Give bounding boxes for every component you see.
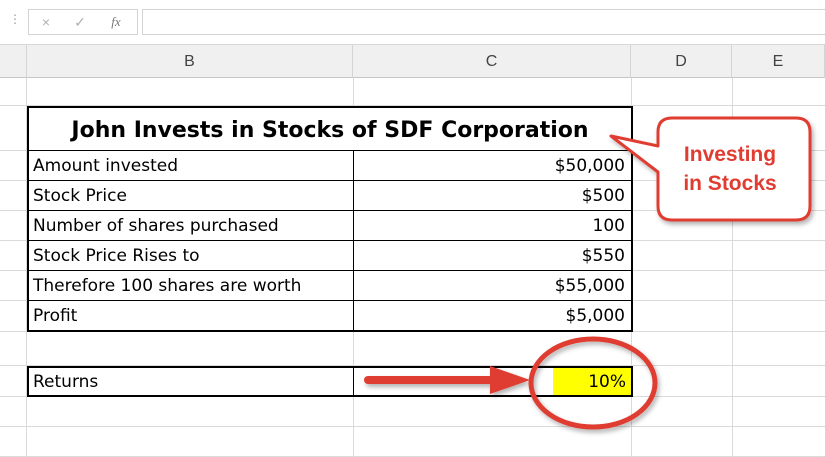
investment-table: John Invests in Stocks of SDF Corporatio… bbox=[27, 106, 633, 332]
column-header-e[interactable]: E bbox=[732, 45, 825, 78]
column-header-b[interactable]: B bbox=[27, 45, 353, 78]
returns-table: Returns 10% bbox=[27, 366, 633, 397]
row-value[interactable]: $500 bbox=[354, 181, 625, 211]
row-value[interactable]: $55,000 bbox=[354, 271, 625, 301]
insert-function-icon[interactable]: fx bbox=[101, 10, 131, 34]
row-label[interactable]: Stock Price bbox=[33, 181, 127, 211]
formula-input[interactable] bbox=[142, 9, 825, 35]
row-label[interactable]: Number of shares purchased bbox=[33, 211, 279, 241]
column-header-bar: B C D E bbox=[0, 44, 825, 78]
table-row: Therefore 100 shares are worth $55,000 bbox=[29, 271, 631, 301]
callout-text: Investing in Stocks bbox=[662, 140, 798, 198]
table-row: Profit $5,000 bbox=[29, 301, 631, 331]
formula-bar: ⋮ × ✓ fx bbox=[0, 0, 825, 44]
enter-icon[interactable]: ✓ bbox=[65, 10, 95, 34]
column-header-d[interactable]: D bbox=[631, 45, 732, 78]
formula-bar-buttons: × ✓ fx bbox=[28, 9, 138, 35]
returns-label[interactable]: Returns bbox=[33, 368, 98, 395]
row-label[interactable]: Amount invested bbox=[33, 151, 178, 181]
row-value[interactable]: $550 bbox=[354, 241, 625, 271]
table-row: Number of shares purchased 100 bbox=[29, 211, 631, 241]
callout-line-1: Investing bbox=[683, 143, 777, 166]
formula-bar-grip-icon: ⋮ bbox=[9, 12, 21, 26]
select-all-corner[interactable] bbox=[0, 45, 27, 78]
row-value[interactable]: 100 bbox=[354, 211, 625, 241]
table-title[interactable]: John Invests in Stocks of SDF Corporatio… bbox=[29, 108, 631, 151]
column-header-c[interactable]: C bbox=[353, 45, 631, 78]
callout-line-2: in Stocks bbox=[683, 172, 777, 195]
row-label[interactable]: Stock Price Rises to bbox=[33, 241, 200, 271]
table-row: Amount invested $50,000 bbox=[29, 151, 631, 181]
row-value[interactable]: $5,000 bbox=[354, 301, 625, 331]
table-row: Stock Price $500 bbox=[29, 181, 631, 211]
returns-value[interactable]: 10% bbox=[553, 368, 626, 395]
row-value[interactable]: $50,000 bbox=[354, 151, 625, 181]
row-label[interactable]: Therefore 100 shares are worth bbox=[33, 271, 301, 301]
row-label[interactable]: Profit bbox=[33, 301, 77, 331]
cancel-icon[interactable]: × bbox=[31, 10, 61, 34]
table-row: Stock Price Rises to $550 bbox=[29, 241, 631, 271]
